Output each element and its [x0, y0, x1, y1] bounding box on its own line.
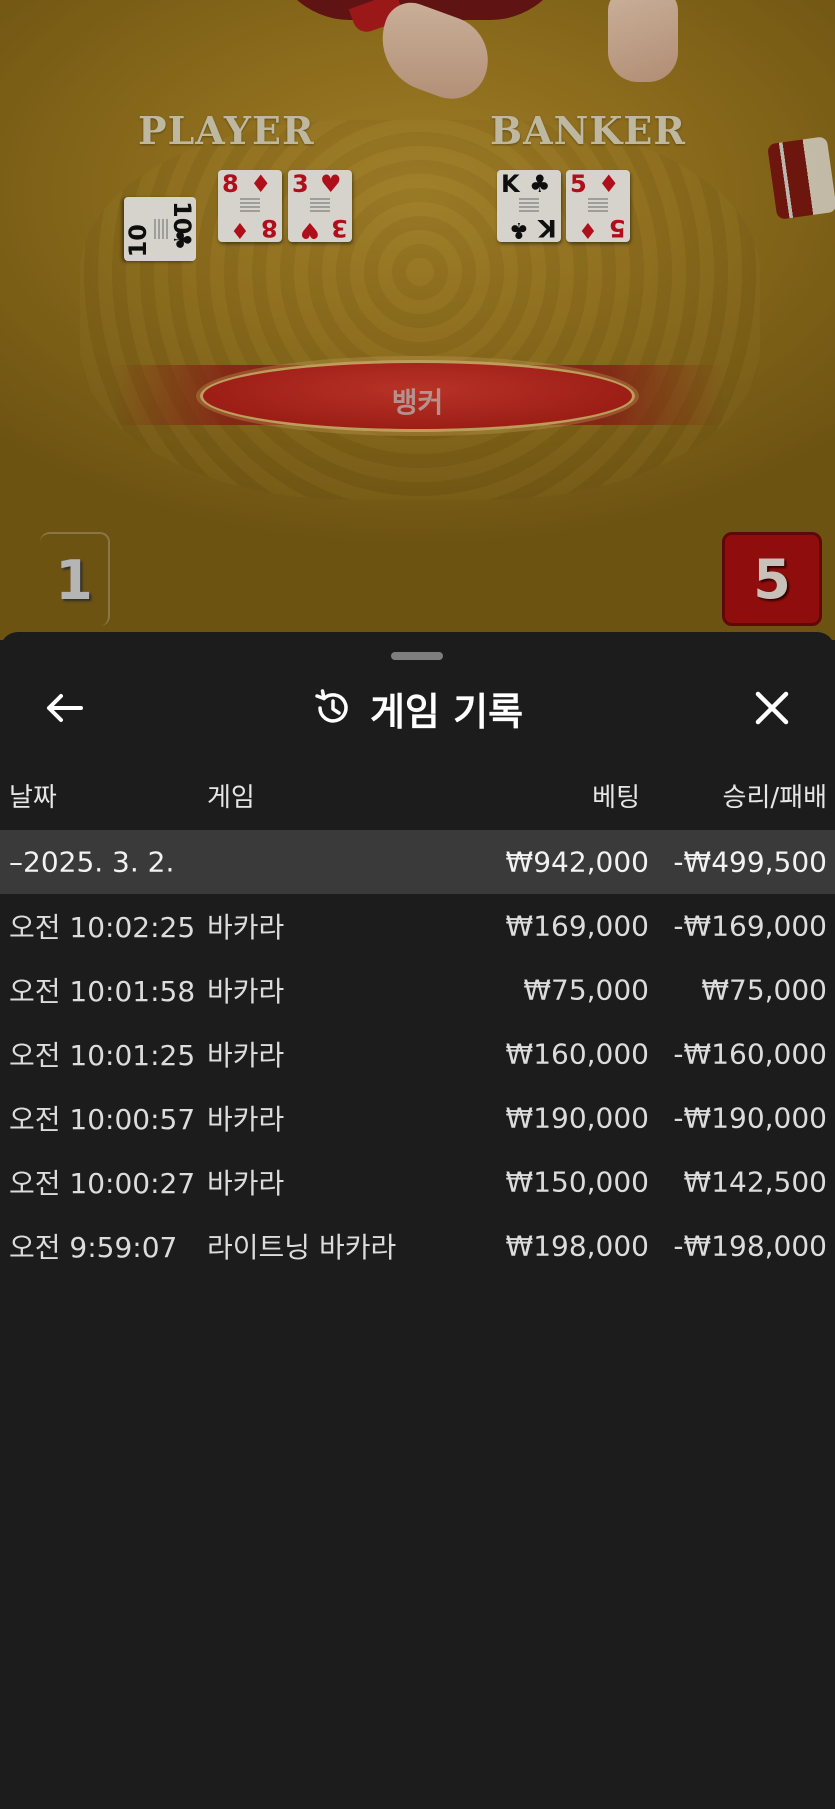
row-game: 라이트닝 바카라	[207, 1231, 397, 1264]
row-game: 바카라	[207, 975, 285, 1008]
result-oval: 뱅커	[200, 360, 635, 432]
row-result: ₩75,000	[701, 973, 827, 1007]
row-time: 오전 10:00:57	[9, 1103, 196, 1136]
row-time: 오전 9:59:07	[9, 1231, 178, 1264]
player-card-3: 3 ♥ ♥ 3	[288, 170, 352, 242]
table-row[interactable]: 오전 10:01:58 바카라 ₩75,000 ₩75,000	[0, 958, 835, 1022]
table-row[interactable]: 오전 9:59:07 라이트닝 바카라 ₩198,000 -₩198,000	[0, 1214, 835, 1278]
dealer-right-hand	[608, 0, 678, 82]
date-summary-row[interactable]: –2025. 3. 2. ₩942,000 -₩499,500	[0, 830, 835, 894]
row-game: 바카라	[207, 1167, 285, 1200]
summary-result: -₩499,500	[673, 845, 827, 879]
game-history-sheet: 게임 기록 날짜 게임 베팅 승리/패배 –2025. 3. 2. ₩942,0…	[0, 632, 835, 1809]
sheet-header: 게임 기록	[0, 682, 835, 734]
row-game: 바카라	[207, 1103, 285, 1136]
chip-tray	[767, 136, 835, 220]
row-result: -₩169,000	[673, 909, 827, 943]
row-result: -₩190,000	[673, 1101, 827, 1135]
row-result: -₩198,000	[673, 1229, 827, 1263]
history-icon	[315, 689, 348, 723]
row-bet: ₩169,000	[505, 909, 649, 943]
summary-date: –2025. 3. 2.	[9, 845, 175, 879]
sheet-title: 게임 기록	[369, 689, 524, 734]
result-label: 뱅커	[391, 386, 444, 419]
table-row[interactable]: 오전 10:00:57 바카라 ₩190,000 -₩190,000	[0, 1086, 835, 1150]
row-game: 바카라	[207, 911, 285, 944]
close-icon	[755, 691, 789, 725]
row-game: 바카라	[207, 1039, 285, 1072]
row-result: -₩160,000	[673, 1037, 827, 1071]
table-row[interactable]: 오전 10:00:27 바카라 ₩150,000 ₩142,500	[0, 1150, 835, 1214]
close-button[interactable]	[746, 682, 798, 734]
row-bet: ₩190,000	[505, 1101, 649, 1135]
column-header-bet: 베팅	[592, 783, 640, 813]
column-header-game: 게임	[207, 783, 255, 813]
table-row[interactable]: 오전 10:01:25 바카라 ₩160,000 -₩160,000	[0, 1022, 835, 1086]
row-time: 오전 10:01:58	[9, 975, 196, 1008]
drag-handle[interactable]	[391, 652, 443, 660]
row-bet: ₩75,000	[523, 973, 649, 1007]
live-game-view: PLAYER BANKER 10 ♣ 10 8 ♦ ♦ 8 3 ♥ ♥ 3 K …	[0, 0, 835, 640]
row-result: ₩142,500	[683, 1165, 827, 1199]
row-bet: ₩160,000	[505, 1037, 649, 1071]
player-score: 1	[40, 532, 110, 626]
row-bet: ₩198,000	[505, 1229, 649, 1263]
row-bet: ₩150,000	[505, 1165, 649, 1199]
table-felt-pattern	[80, 120, 760, 500]
column-header-date: 날짜	[9, 783, 57, 813]
row-time: 오전 10:02:25	[9, 911, 196, 944]
column-header-result: 승리/패배	[722, 783, 827, 813]
player-card-1: 10 ♣ 10	[124, 197, 196, 261]
summary-bet: ₩942,000	[505, 845, 649, 879]
banker-label: BANKER	[490, 108, 686, 153]
player-label: PLAYER	[138, 108, 315, 153]
banker-card-2: 5 ♦ ♦ 5	[566, 170, 630, 242]
banker-score: 5	[722, 532, 822, 626]
row-time: 오전 10:01:25	[9, 1039, 196, 1072]
banker-card-1: K ♣ ♣ K	[497, 170, 561, 242]
table-row[interactable]: 오전 10:02:25 바카라 ₩169,000 -₩169,000	[0, 894, 835, 958]
player-card-2: 8 ♦ ♦ 8	[218, 170, 282, 242]
row-time: 오전 10:00:27	[9, 1167, 196, 1200]
